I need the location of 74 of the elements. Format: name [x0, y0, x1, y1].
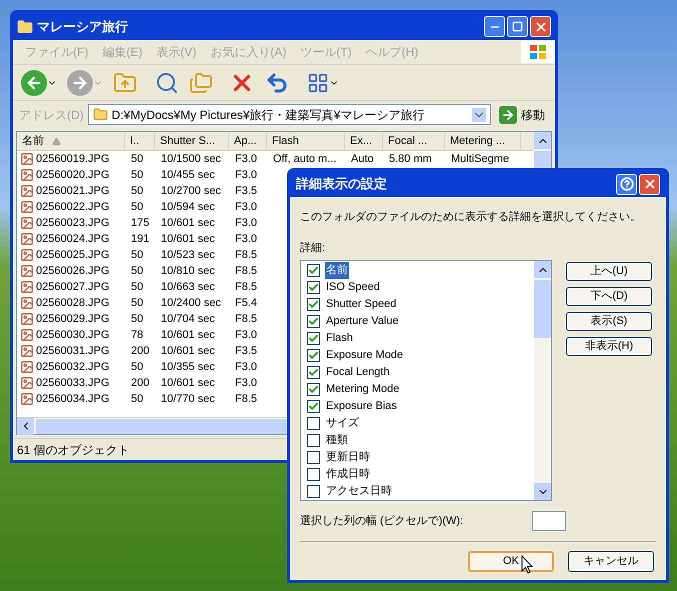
table-cell-text: 10/455 sec [160, 168, 216, 183]
table-cell-text: F8.5 [234, 248, 258, 263]
table-cell-text: Off, auto m... [272, 152, 338, 167]
list-label: 詳細: [300, 240, 326, 256]
option-label: ISO Speed [325, 280, 381, 296]
option-label: Shutter Speed [325, 297, 398, 312]
table-cell-text: 10/594 sec [160, 200, 216, 215]
table-cell-text: 10/355 sec [160, 360, 216, 375]
table-cell-text: 50 [130, 392, 144, 407]
table-cell-text: F8.5 [234, 280, 258, 295]
table-cell-text: 10/663 sec [160, 280, 216, 295]
table-cell-text: 5.80 mm [388, 152, 433, 167]
description-text: このフォルダのファイルのために表示する詳細を選択してください。 [300, 210, 642, 225]
table-cell-text: 50 [130, 200, 144, 215]
table-cell-text: F3.5 [234, 344, 258, 359]
width-label: 選択した列の幅 (ピクセルで)(W): [300, 514, 464, 529]
table-cell-text: F3.0 [234, 216, 258, 231]
status-text: 61 個のオブジェクト [17, 442, 130, 458]
table-cell-text: 191 [130, 232, 150, 247]
option-label: 名前 [325, 262, 349, 279]
table-cell-text: 10/601 sec [160, 232, 216, 247]
option-label: Exposure Bias [325, 399, 398, 414]
table-cell-text: F8.5 [234, 312, 258, 327]
option-label: 種類 [325, 433, 349, 448]
table-cell-text: 50 [130, 296, 144, 311]
table-cell-text: F3.0 [234, 360, 258, 375]
address-label: アドレス(D) [19, 106, 84, 124]
table-cell-text: 10/601 sec [160, 216, 216, 231]
table-cell-text: F8.5 [234, 264, 258, 279]
table-cell-text: F5.4 [234, 296, 258, 311]
table-cell-text: MultiSegme [450, 152, 510, 167]
table-cell-text: Auto [350, 152, 375, 167]
table-cell-text: 10/2400 sec [160, 296, 222, 311]
table-cell-text: 200 [130, 344, 150, 359]
table-cell-text: 10/601 sec [160, 328, 216, 343]
table-cell-text: 78 [130, 328, 144, 343]
table-cell-text: 50 [130, 248, 144, 263]
table-cell-text: 50 [130, 360, 144, 375]
table-cell-text: 50 [130, 168, 144, 183]
option-label: Focal Length [325, 365, 391, 380]
table-cell-text: F3.0 [234, 152, 258, 167]
table-cell-text: 10/523 sec [160, 248, 216, 263]
option-label: Exposure Mode [325, 348, 404, 364]
option-label: Metering Mode [325, 382, 400, 398]
option-label: Flash [325, 331, 354, 346]
table-cell-text: 50 [130, 264, 144, 279]
table-cell-text: 50 [130, 312, 144, 327]
table-cell-text: 175 [130, 216, 150, 231]
table-cell-text: F3.0 [234, 168, 258, 183]
option-label: サイズ [325, 416, 360, 432]
table-cell-text: 50 [130, 184, 144, 199]
table-cell-text: 10/1500 sec [160, 152, 222, 167]
table-cell-text: 50 [130, 280, 144, 295]
dialog-title: 詳細表示の設定 [296, 175, 388, 194]
table-cell-text: 10/810 sec [160, 264, 216, 279]
window-title: マレーシア旅行 [37, 18, 129, 36]
table-cell-text: 10/770 sec [160, 392, 216, 407]
address-value: D:¥MyDocs¥My Pictures¥旅行・建築写真¥マレーシア旅行 [112, 106, 426, 124]
table-cell-text: 10/601 sec [160, 344, 216, 359]
table-cell-text: 50 [130, 152, 144, 167]
option-label: Aperture Value [325, 314, 400, 330]
table-cell-text: 200 [130, 376, 150, 391]
table-cell-text: F8.5 [234, 392, 258, 407]
table-cell-text: F3.0 [234, 232, 258, 247]
table-cell-text: F3.5 [234, 184, 258, 199]
table-cell-text: F3.0 [234, 328, 258, 343]
table-cell-text: 10/704 sec [160, 312, 216, 327]
table-cell-text: F3.0 [234, 200, 258, 215]
table-cell-text: 10/2700 sec [160, 184, 222, 199]
option-label: 更新日時 [325, 450, 371, 466]
option-label: アクセス日時 [325, 484, 393, 500]
table-cell-text: F3.0 [234, 376, 258, 391]
option-label: 作成日時 [325, 467, 371, 482]
table-cell-text: 10/601 sec [160, 376, 216, 391]
